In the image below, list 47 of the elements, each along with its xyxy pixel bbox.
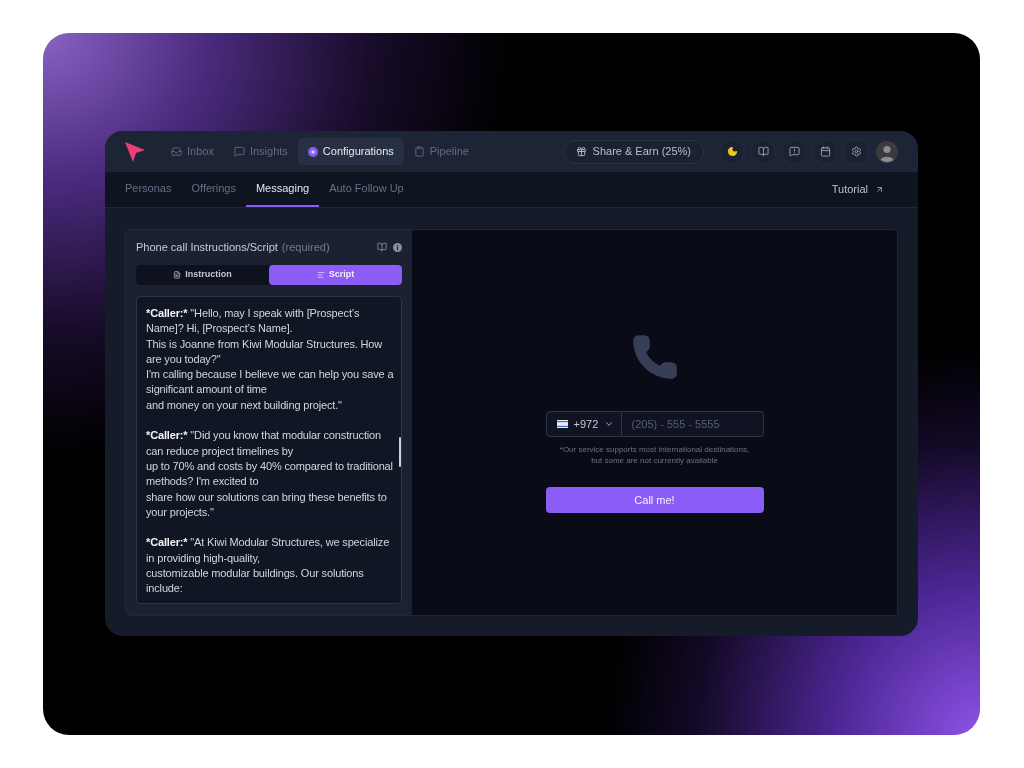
calendar-button[interactable] xyxy=(812,138,838,165)
nav-tab[interactable]: Insights xyxy=(223,138,298,165)
sub-tab[interactable]: Messaging xyxy=(245,172,320,207)
mode-tab[interactable]: Instruction xyxy=(136,265,269,285)
nav-tab[interactable]: Configurations xyxy=(297,138,404,165)
sub-tab[interactable]: Auto Follow Up xyxy=(319,172,414,207)
book-icon xyxy=(757,146,769,157)
feedback-button[interactable] xyxy=(781,138,807,165)
country-code-select[interactable]: +972 xyxy=(545,411,622,437)
tutorial-link[interactable]: Tutorial xyxy=(831,172,884,207)
gift-icon xyxy=(575,146,587,157)
arrow-up-right-icon xyxy=(875,185,884,194)
sub-tab[interactable]: Personas xyxy=(115,172,182,207)
dot-icon xyxy=(307,146,318,157)
clipboard-icon xyxy=(413,146,425,157)
script-paragraph: *Caller:* "At Kiwi Modular Structures, we specialize in providing high-quality, customizable modular buildings. Our solutions include: xyxy=(146,535,391,597)
logo-icon[interactable] xyxy=(125,141,145,162)
flag-icon xyxy=(556,420,568,428)
chat-icon xyxy=(233,146,245,157)
avatar-icon[interactable] xyxy=(876,140,898,163)
call-button[interactable]: Call me! xyxy=(545,487,764,513)
info-icon[interactable] xyxy=(393,242,402,252)
required-hint: (required) xyxy=(281,239,330,255)
coverage-note: *Our service supports most international destinations, but some are not currently available xyxy=(558,444,751,466)
lines-icon xyxy=(316,271,325,279)
book-icon[interactable] xyxy=(377,242,387,252)
chat-alert-icon xyxy=(788,146,800,157)
inbox-icon xyxy=(171,146,182,157)
scrollbar-thumb[interactable] xyxy=(399,437,401,467)
calendar-icon xyxy=(819,146,831,157)
share-earn-button[interactable]: Share & Earn (25%) xyxy=(562,139,704,164)
moon-icon xyxy=(726,146,738,157)
nav-tab[interactable]: Pipeline xyxy=(403,138,479,165)
chevron-down-icon xyxy=(604,419,615,429)
document-icon xyxy=(173,271,182,279)
phone-input[interactable]: (205) - 555 - 5555 xyxy=(621,411,764,437)
sub-tab[interactable]: Offerings xyxy=(181,172,246,207)
settings-button[interactable] xyxy=(843,138,869,165)
script-paragraph: *Caller:* "Did you know that modular construction can reduce project timelines by up to 70% and costs by 40% compared to traditional methods? I'm excited to share how our solutions can bring these benefits to your projects." xyxy=(146,428,394,520)
nav-tab[interactable]: Inbox xyxy=(161,138,224,165)
script-editor[interactable] xyxy=(136,296,402,604)
book-button[interactable] xyxy=(750,138,776,165)
panel-title: Phone call Instructions/Script xyxy=(136,239,278,255)
mode-tab[interactable]: Script xyxy=(269,265,402,285)
script-paragraph: *Caller:* "Hello, may I speak with [Prospect’s Name]? Hi, [Prospect’s Name]. This is Joanne from Kiwi Modular Structures. How are you today?" I'm calling because I believe we can help you save a significant amount of time and money on your next building project." xyxy=(146,306,395,413)
settings-icon xyxy=(850,146,862,157)
theme-button[interactable] xyxy=(719,138,745,165)
